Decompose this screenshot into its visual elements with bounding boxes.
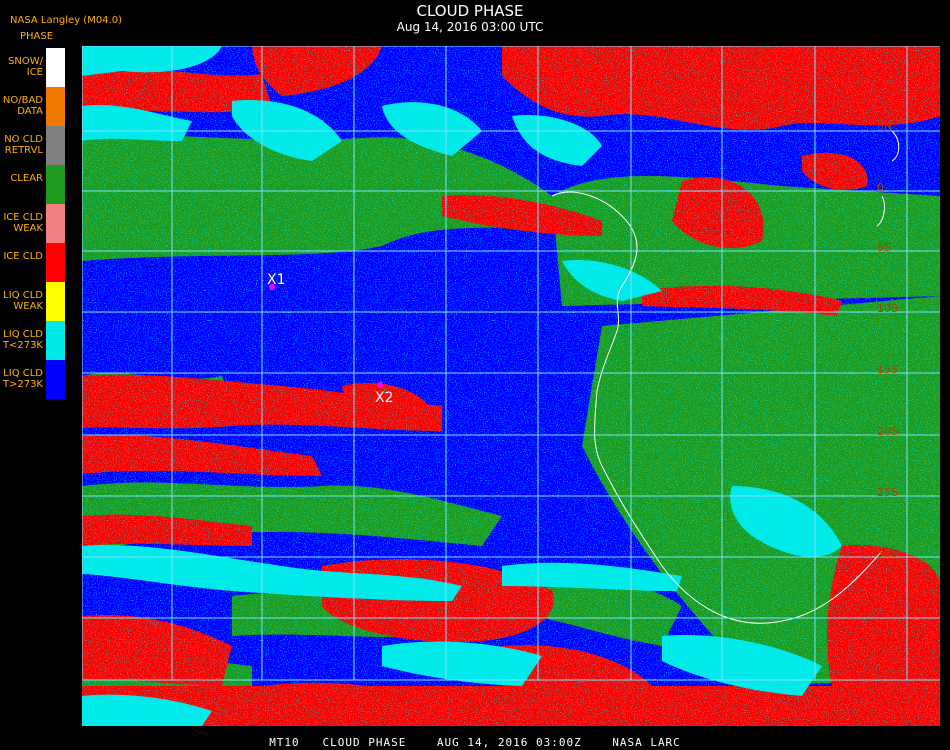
legend-label: SNOW/ ICE	[8, 56, 43, 78]
latitude-label: 5S	[877, 241, 891, 254]
footer-caption: MT10 CLOUD PHASE AUG 14, 2016 03:00Z NAS…	[269, 736, 681, 749]
latitude-label: 25S	[877, 486, 898, 499]
legend-item: LIQ CLD T<273K	[0, 321, 65, 360]
legend-swatch	[46, 87, 65, 126]
legend-label: ICE CLD	[3, 251, 43, 262]
cloud-phase-map: 5N 0 5S 10S 15S 20S 25S 30S X1 X2	[82, 46, 940, 726]
legend-label: ICE CLD WEAK	[3, 212, 43, 234]
legend-label: CLEAR	[10, 173, 43, 184]
latitude-label: 5N	[877, 120, 892, 133]
latitude-label: 10S	[877, 302, 898, 315]
marker-x1-label: X1	[267, 272, 286, 288]
legend-item: NO/BAD DATA	[0, 87, 65, 126]
legend-item: NO CLD RETRVL	[0, 126, 65, 165]
legend-swatch	[46, 282, 65, 321]
legend-swatch	[46, 360, 65, 399]
legend-item: ICE CLD	[0, 243, 65, 282]
marker-x1: X1	[267, 272, 286, 290]
legend-swatch	[46, 321, 65, 360]
timestamp: Aug 14, 2016 03:00 UTC	[396, 20, 544, 34]
phase-label: PHASE	[20, 31, 54, 42]
legend-label: NO/BAD DATA	[2, 95, 43, 117]
cloud-speckle	[82, 46, 940, 726]
legend-item: CLEAR	[0, 165, 65, 204]
legend-label: LIQ CLD WEAK	[3, 290, 43, 312]
latitude-label: 30S	[877, 547, 898, 560]
legend-swatch	[46, 165, 65, 204]
legend-label: LIQ CLD T<273K	[2, 329, 43, 351]
latitude-label: 20S	[877, 425, 898, 438]
marker-x2-dot	[377, 382, 383, 388]
legend-item: ICE CLD WEAK	[0, 204, 65, 243]
product-name: NASA Langley (M04.0)	[10, 15, 122, 26]
chart-title: CLOUD PHASE	[416, 2, 524, 20]
legend-item: LIQ CLD WEAK	[0, 282, 65, 321]
legend-swatch	[46, 48, 65, 87]
legend-item: LIQ CLD T>273K	[0, 360, 65, 399]
legend: SNOW/ ICE NO/BAD DATA NO CLD RETRVL CLEAR IC…	[0, 48, 65, 399]
marker-x2-label: X2	[375, 390, 394, 406]
legend-swatch	[46, 204, 65, 243]
latitude-label: 15S	[877, 363, 898, 376]
product-label: NASA Langley (M04.0) PHASE	[10, 15, 122, 42]
legend-swatch	[46, 126, 65, 165]
latitude-label: 0	[877, 181, 884, 194]
legend-item: SNOW/ ICE	[0, 48, 65, 87]
legend-swatch	[46, 243, 65, 282]
legend-label: LIQ CLD T>273K	[2, 368, 43, 390]
legend-label: NO CLD RETRVL	[4, 134, 43, 156]
title-block: CLOUD PHASE Aug 14, 2016 03:00 UTC	[330, 2, 610, 34]
